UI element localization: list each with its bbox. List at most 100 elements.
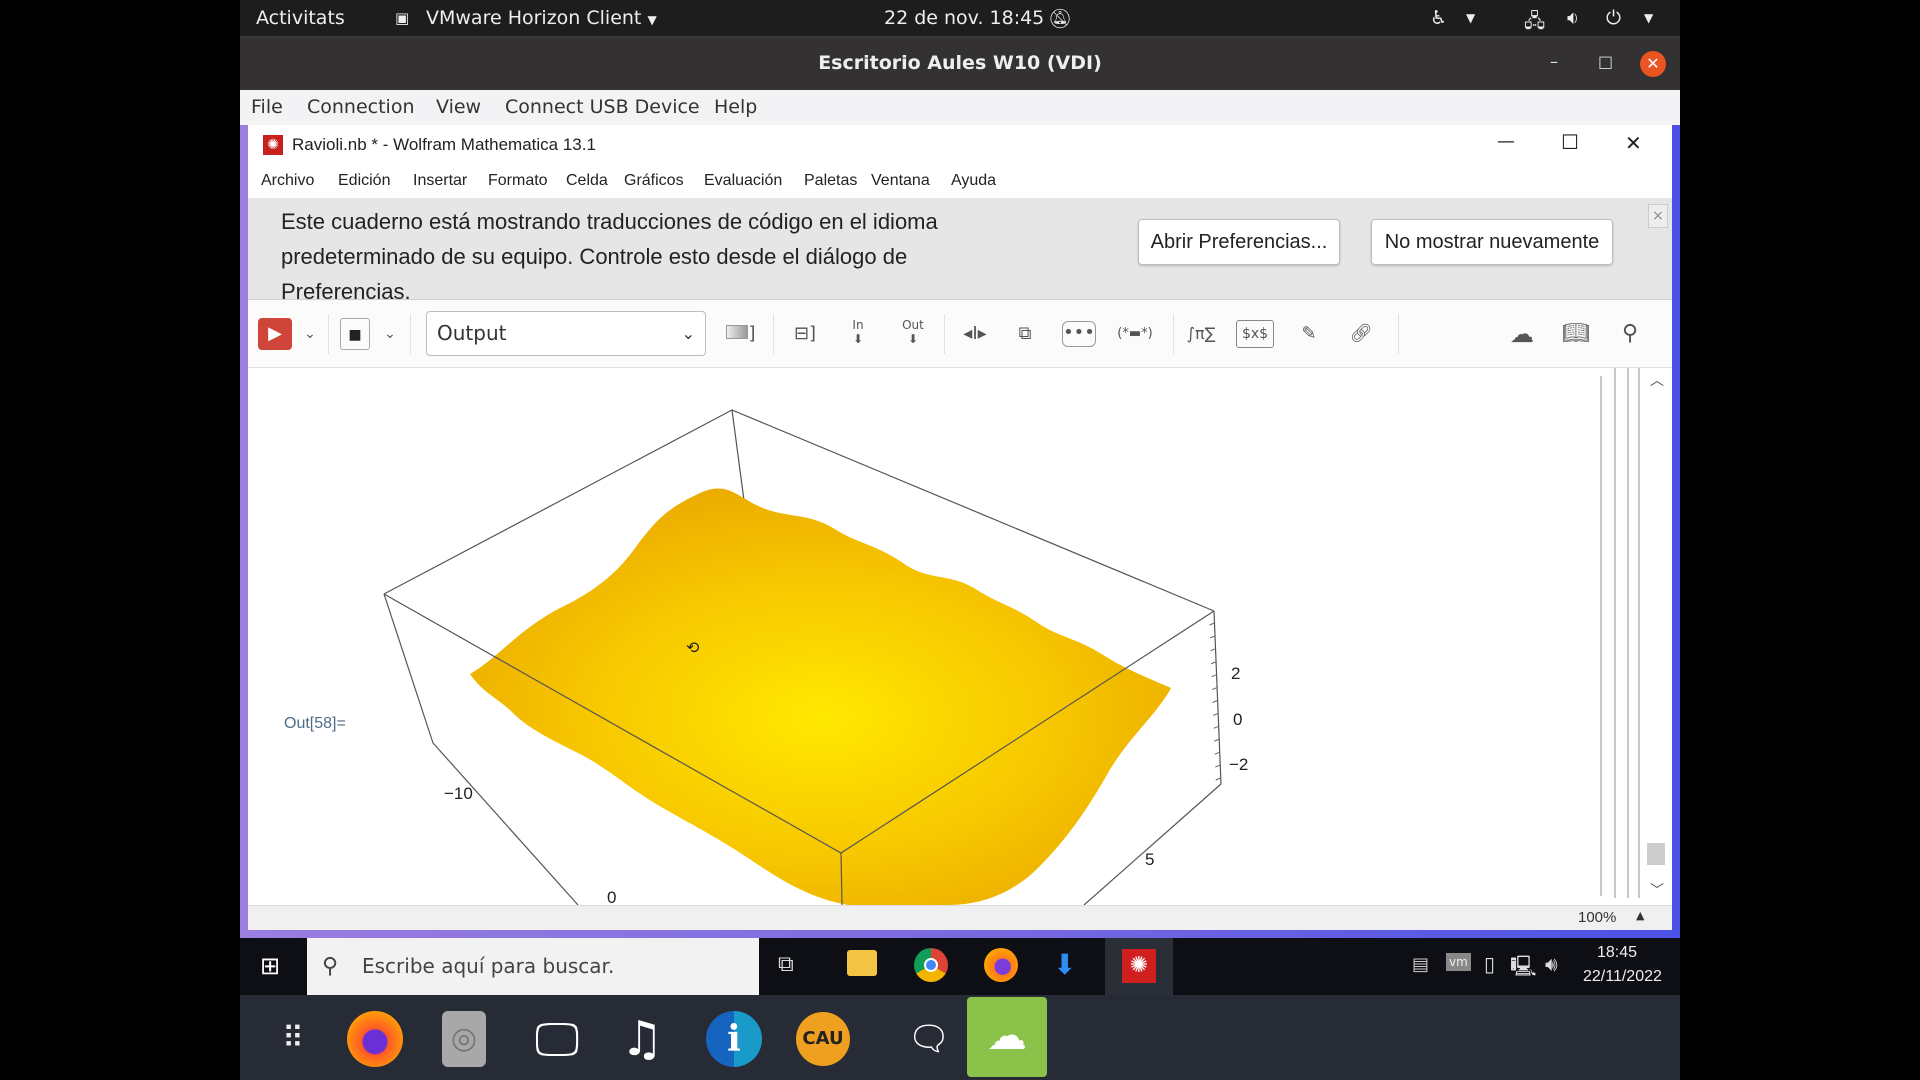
usb-icon[interactable]: ▯ [1484, 952, 1495, 976]
network-icon[interactable]: 🖧 [1524, 7, 1545, 39]
menu-celda[interactable]: Celda [566, 172, 608, 190]
menu-ventana[interactable]: Ventana [871, 172, 930, 190]
windows-start-icon[interactable]: ⊞ [260, 952, 280, 980]
zoom-menu-icon[interactable]: ▲ [1636, 909, 1644, 922]
file-explorer-icon[interactable] [847, 950, 877, 976]
scanner-icon[interactable]: ▤ [1412, 954, 1429, 975]
search-icon[interactable]: ⚲ [1613, 318, 1647, 350]
banner-close-button[interactable]: × [1648, 204, 1668, 228]
disc-icon[interactable]: ◎ [442, 1011, 486, 1067]
menu-connect-usb[interactable]: Connect USB Device [505, 96, 700, 118]
cell-bracket[interactable] [1638, 368, 1640, 898]
cell-bracket[interactable] [1627, 368, 1629, 898]
dont-show-again-button[interactable]: No mostrar nuevamente [1371, 219, 1613, 265]
taskbar-date[interactable]: 22/11/2022 [1583, 968, 1662, 986]
cloud-upload-icon[interactable]: ☁ [1504, 318, 1540, 350]
power-icon[interactable]: ⏻ [1606, 7, 1621, 29]
taskbar-search-box[interactable]: ⚲ Escribe aquí para buscar. [307, 938, 759, 995]
z-tick-mark [1215, 777, 1221, 781]
z-tick-mark [1214, 738, 1220, 742]
info-icon[interactable]: i [706, 1011, 762, 1067]
clock[interactable]: 22 de nov. 18:45 [884, 7, 1044, 29]
network-icon[interactable]: 🖳 [1510, 952, 1537, 986]
remote-screen: Activitats ▣ VMware Horizon Client ▼ 22 … [240, 0, 1680, 1080]
app-menu-label: VMware Horizon Client [426, 7, 642, 29]
cell-style-select[interactable]: Output ⌄ [426, 311, 706, 356]
download-icon[interactable]: ⬇ [1053, 948, 1076, 981]
drawing-icon[interactable]: ✎ [1292, 318, 1326, 350]
app-grid-icon[interactable]: ⠿ [262, 1007, 326, 1071]
menu-archivo[interactable]: Archivo [261, 172, 314, 190]
vmware-icon[interactable]: vm [1446, 953, 1471, 971]
menu-graficos[interactable]: Gráficos [624, 172, 684, 190]
menu-file[interactable]: File [251, 96, 283, 118]
music-icon[interactable]: ♫ [610, 1007, 674, 1071]
toolbar-separator [944, 314, 945, 354]
evaluate-icon[interactable]: ▶ [258, 318, 292, 350]
menu-paletas[interactable]: Paletas [804, 172, 857, 190]
volume-icon[interactable]: 🔊︎ [1545, 952, 1558, 976]
more-icon[interactable]: ••• [1062, 321, 1096, 347]
menu-connection[interactable]: Connection [307, 96, 415, 118]
rotate-cursor-icon: ⟲ [686, 638, 700, 657]
menu-formato[interactable]: Formato [488, 172, 548, 190]
firefox-icon[interactable] [347, 1011, 403, 1067]
scroll-up-icon[interactable]: ︿ [1650, 370, 1664, 390]
in-label-icon[interactable]: In ⬇ [841, 318, 875, 350]
app-menu[interactable]: VMware Horizon Client ▼ [426, 7, 657, 29]
mathematica-icon[interactable]: ✺ [1122, 949, 1156, 983]
cell-bracket[interactable] [1600, 376, 1602, 896]
group-cells-icon[interactable]: ⊟] [788, 318, 822, 350]
out-label-icon[interactable]: Out ⬇ [896, 318, 930, 350]
cell-bracket-icon[interactable]: ] [724, 318, 758, 350]
volume-icon[interactable]: 🔉︎ [1567, 7, 1579, 29]
activities-button[interactable]: Activitats [256, 7, 345, 29]
menu-edicion[interactable]: Edición [338, 172, 390, 190]
minimize-button[interactable]: — [1497, 131, 1515, 152]
merge-cell-icon[interactable]: ⧉ [1010, 318, 1040, 350]
maximize-button[interactable]: □ [1598, 52, 1613, 71]
close-button[interactable]: ✕ [1625, 131, 1642, 155]
vmware-horizon-icon[interactable]: ☁ [967, 997, 1047, 1077]
accessibility-icon[interactable]: ♿︎ [1430, 7, 1447, 29]
chrome-icon[interactable] [914, 948, 948, 982]
scroll-down-icon[interactable]: ﹀ [1650, 880, 1664, 900]
zoom-level[interactable]: 100% [1578, 909, 1616, 926]
mathematica-titlebar: ✺ Ravioli.nb * - Wolfram Mathematica 13.… [248, 125, 1672, 165]
comment-icon[interactable]: (*▬*) [1114, 318, 1156, 350]
menu-evaluacion[interactable]: Evaluación [704, 172, 782, 190]
vertical-scrollbar[interactable]: ︿ ﹀ [1644, 368, 1668, 905]
z-tick-mark [1211, 687, 1218, 691]
toolbar-separator [1173, 314, 1174, 354]
notes-icon[interactable]: 🗨 [897, 1007, 961, 1071]
cell-bracket[interactable] [1614, 368, 1616, 898]
ravioli-3d-plot[interactable]: 2 0 −2 −10 0 5 ⟲ [248, 368, 1672, 905]
open-preferences-button[interactable]: Abrir Preferencias... [1138, 219, 1340, 265]
split-cell-icon[interactable]: ◂I▸ [958, 318, 992, 350]
menu-help[interactable]: Help [714, 96, 757, 118]
z-tick-label: 0 [1233, 710, 1242, 729]
z-tick-mark [1215, 764, 1221, 768]
scrollbar-thumb[interactable] [1647, 843, 1665, 865]
close-button[interactable]: ✕ [1640, 51, 1666, 77]
chevron-down-icon[interactable]: ⌄ [380, 318, 400, 350]
chevron-down-icon[interactable]: ⌄ [300, 318, 320, 350]
cau-icon[interactable]: CAU [796, 1012, 850, 1066]
abort-icon[interactable]: ■ [340, 318, 370, 350]
math-input-icon[interactable]: ∫π∑ [1184, 318, 1218, 350]
taskbar-time[interactable]: 18:45 [1597, 944, 1637, 962]
notifications-off-icon: 🔕︎ [1048, 8, 1073, 30]
firefox-icon[interactable] [984, 948, 1018, 982]
docs-icon[interactable]: 📖︎ [1558, 318, 1594, 350]
screen-share-icon[interactable]: 🖵 [525, 1007, 589, 1071]
menu-view[interactable]: View [436, 96, 481, 118]
menu-ayuda[interactable]: Ayuda [951, 172, 996, 190]
notebook-area[interactable]: Out[58]= 2 0 −2 −10 0 5 ⟲ ︿ ﹀ [248, 368, 1672, 905]
task-view-icon[interactable]: ⧉ [778, 952, 794, 977]
minimize-button[interactable]: – [1550, 52, 1558, 71]
menu-insertar[interactable]: Insertar [413, 172, 467, 190]
tex-icon[interactable]: $x$ [1236, 320, 1274, 348]
maximize-button[interactable]: ☐ [1561, 130, 1579, 154]
cell-style-value: Output [437, 321, 507, 345]
link-icon[interactable]: 🔗︎ [1344, 318, 1378, 350]
